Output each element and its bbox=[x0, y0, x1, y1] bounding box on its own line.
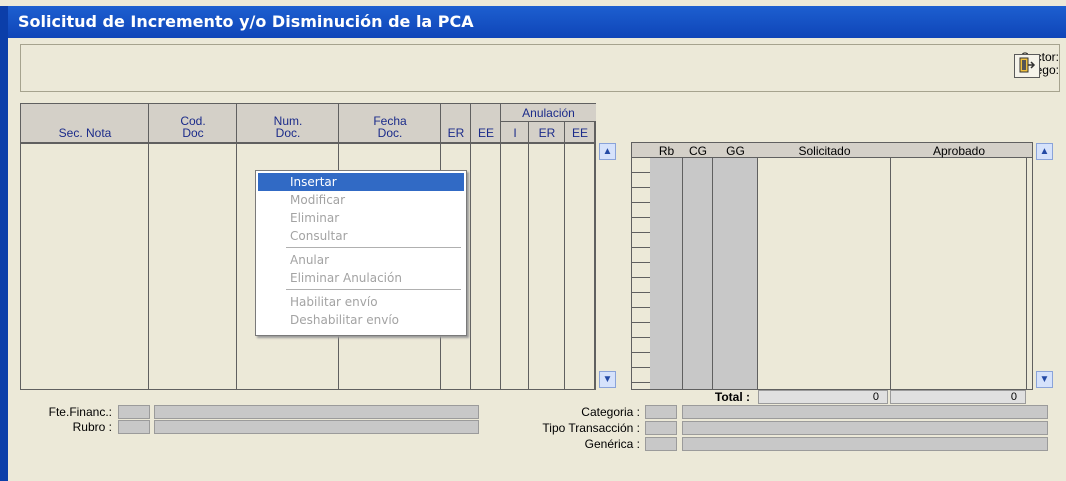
menu-item-anular[interactable]: Anular bbox=[258, 251, 464, 269]
fte-financ-desc-field[interactable] bbox=[154, 405, 479, 419]
header-cg[interactable]: CG bbox=[683, 144, 713, 158]
header-solicitado[interactable]: Solicitado bbox=[758, 144, 891, 158]
menu-item-eliminar-anulacion[interactable]: Eliminar Anulación bbox=[258, 269, 464, 287]
generica-label: Genérica : bbox=[584, 437, 640, 451]
chevron-down-icon: ▼ bbox=[602, 374, 613, 385]
tipo-transaccion-desc-field[interactable] bbox=[682, 421, 1048, 435]
header-fecha-doc[interactable]: Doc. bbox=[339, 126, 441, 140]
categoria-desc-field[interactable] bbox=[682, 405, 1048, 419]
col-solicitado bbox=[758, 158, 891, 389]
categoria-label: Categoria : bbox=[581, 405, 640, 419]
exit-icon bbox=[1018, 57, 1036, 76]
rubro-desc-field[interactable] bbox=[154, 420, 479, 434]
window-title: Solicitud de Incremento y/o Disminución … bbox=[8, 6, 1066, 38]
right-scroll-down-button[interactable]: ▼ bbox=[1036, 371, 1053, 388]
header-sec-nota[interactable]: Sec. Nota bbox=[21, 126, 149, 140]
context-menu: Insertar Modificar Eliminar Consultar An… bbox=[255, 170, 467, 336]
header-anul-i[interactable]: I bbox=[501, 126, 529, 140]
col-anul-er bbox=[529, 104, 565, 389]
header-anul-er[interactable]: ER bbox=[529, 126, 565, 140]
col-gg bbox=[713, 158, 758, 389]
total-solicitado: 0 bbox=[758, 390, 888, 404]
sector-label: Sector: bbox=[935, 50, 1059, 64]
fte-financ-label: Fte.Financ.: bbox=[48, 405, 112, 419]
header-aprobado[interactable]: Aprobado bbox=[891, 144, 1027, 158]
header-gg[interactable]: GG bbox=[713, 144, 758, 158]
categoria-code-field[interactable] bbox=[645, 405, 677, 419]
exit-button[interactable] bbox=[1014, 54, 1040, 78]
generica-desc-field[interactable] bbox=[682, 437, 1048, 451]
col-rb bbox=[650, 158, 683, 389]
col-anul-i bbox=[501, 104, 529, 389]
scroll-up-button[interactable]: ▲ bbox=[599, 143, 616, 160]
generica-code-field[interactable] bbox=[645, 437, 677, 451]
menu-item-deshabilitar-envio[interactable]: Deshabilitar envío bbox=[258, 311, 464, 329]
window-left-border bbox=[0, 6, 8, 481]
pliego-label: Pliego: bbox=[1022, 63, 1059, 77]
col-anul-ee bbox=[565, 104, 595, 389]
header-ee[interactable]: EE bbox=[471, 126, 501, 140]
menu-separator bbox=[286, 247, 461, 248]
header-anul-ee[interactable]: EE bbox=[565, 126, 595, 140]
menu-item-eliminar[interactable]: Eliminar bbox=[258, 209, 464, 227]
row-selector-column bbox=[632, 158, 650, 389]
header-er[interactable]: ER bbox=[441, 126, 471, 140]
rubro-label: Rubro : bbox=[72, 420, 112, 434]
menu-item-consultar[interactable]: Consultar bbox=[258, 227, 464, 245]
detail-grid[interactable]: Rb CG GG Solicitado Aprobado bbox=[631, 142, 1033, 390]
anulacion-label: Anulación bbox=[522, 106, 575, 120]
tipo-transaccion-label: Tipo Transacción : bbox=[542, 421, 640, 435]
scroll-down-button[interactable]: ▼ bbox=[599, 371, 616, 388]
chevron-down-icon: ▼ bbox=[1039, 374, 1050, 385]
right-grid-scrollbar[interactable]: ▲ ▼ bbox=[1033, 142, 1061, 390]
col-cod-doc bbox=[149, 104, 237, 389]
right-scroll-up-button[interactable]: ▲ bbox=[1036, 143, 1053, 160]
header-num-doc[interactable]: Doc. bbox=[237, 126, 339, 140]
tipo-transaccion-code-field[interactable] bbox=[645, 421, 677, 435]
total-label: Total : bbox=[714, 390, 750, 404]
sector-panel: Sector: Pliego: bbox=[20, 44, 1060, 92]
total-aprobado: 0 bbox=[890, 390, 1026, 404]
col-aprobado bbox=[891, 158, 1027, 389]
chevron-up-icon: ▲ bbox=[602, 146, 613, 157]
header-cod-doc[interactable]: Doc bbox=[149, 126, 237, 140]
rubro-code-field[interactable] bbox=[118, 420, 150, 434]
chevron-up-icon: ▲ bbox=[1039, 146, 1050, 157]
fte-financ-code-field[interactable] bbox=[118, 405, 150, 419]
menu-item-modificar[interactable]: Modificar bbox=[258, 191, 464, 209]
header-rb[interactable]: Rb bbox=[650, 144, 683, 158]
col-cg bbox=[683, 158, 713, 389]
col-ee bbox=[471, 104, 501, 389]
menu-item-habilitar-envio[interactable]: Habilitar envío bbox=[258, 293, 464, 311]
col-sec-nota bbox=[21, 104, 149, 389]
menu-separator bbox=[286, 289, 461, 290]
menu-item-insertar[interactable]: Insertar bbox=[258, 173, 464, 191]
left-grid-scrollbar[interactable]: ▲ ▼ bbox=[598, 142, 617, 390]
